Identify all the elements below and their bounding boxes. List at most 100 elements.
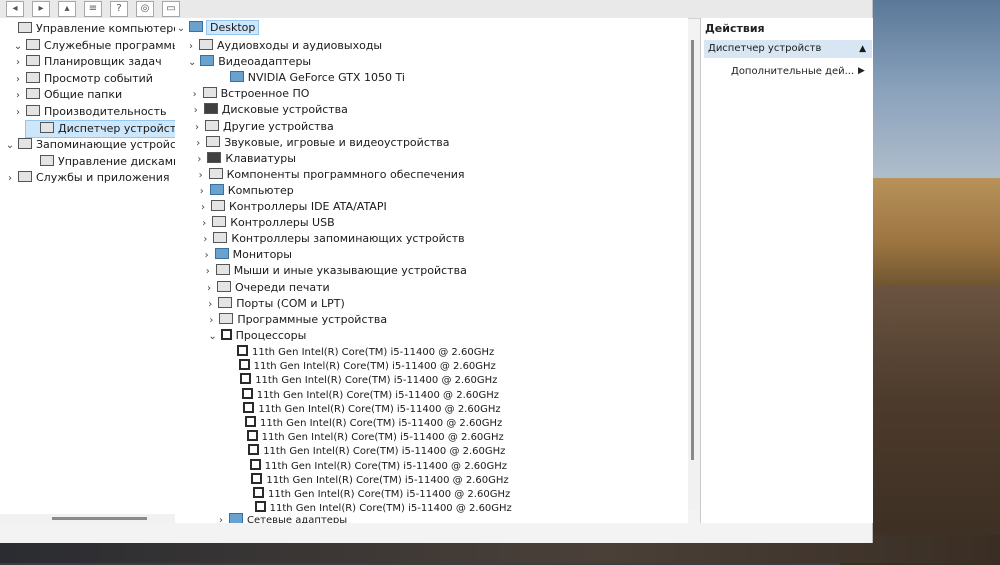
processor-label: 11th Gen Intel(R) Core(TM) i5-11400 @ 2.…: [253, 361, 496, 373]
collapse-up-icon[interactable]: ▲: [859, 40, 866, 58]
device-tree-root[interactable]: ⌄ Desktop: [175, 20, 260, 37]
console-tree-item[interactable]: › Просмотр событий: [12, 71, 157, 87]
forward-icon[interactable]: ▸: [32, 1, 50, 17]
actions-device-manager[interactable]: Диспетчер устройств ▲: [704, 40, 872, 58]
chevron-right-icon[interactable]: ›: [215, 513, 227, 523]
chevron-right-icon[interactable]: ›: [12, 88, 24, 104]
speaker-icon: [199, 39, 213, 50]
help-icon[interactable]: ?: [110, 1, 128, 17]
device-label: Программные устройства: [237, 312, 388, 326]
chevron-right-icon[interactable]: ›: [197, 200, 209, 216]
monitor-icon[interactable]: ▭: [162, 1, 180, 17]
chevron-right-icon[interactable]: ›: [12, 55, 24, 71]
console-tree-item[interactable]: ⌄ Служебные программы: [12, 38, 185, 54]
console-tree-item[interactable]: › Планировщик задач: [12, 54, 166, 70]
software-device-icon: [219, 312, 234, 324]
chevron-down-icon[interactable]: ⌄: [4, 138, 16, 154]
back-icon[interactable]: ◂: [6, 1, 24, 17]
device-category[interactable]: › Контроллеры USB: [198, 215, 335, 232]
chevron-down-icon[interactable]: ⌄: [186, 55, 198, 71]
console-tree-item[interactable]: ⌄ Запоминающие устройст: [4, 137, 186, 153]
device-tree-scrollbar[interactable]: [688, 40, 700, 510]
device-category[interactable]: › Дисковые устройства: [190, 102, 348, 118]
processor-icon: [248, 444, 260, 456]
device-category[interactable]: › Порты (COM и LPT): [204, 296, 345, 312]
device-category[interactable]: › Мыши и иные указывающие устройства: [202, 263, 467, 279]
device-label: Мыши и иные указывающие устройства: [233, 264, 467, 278]
chevron-right-icon[interactable]: ›: [202, 264, 214, 280]
chevron-right-icon[interactable]: ›: [198, 216, 210, 232]
chevron-right-icon[interactable]: ›: [204, 297, 216, 313]
device-category[interactable]: › Клавиатуры: [193, 151, 296, 167]
device-category[interactable]: ⌄ Видеоадаптеры: [186, 54, 311, 70]
chevron-right-icon[interactable]: ›: [191, 120, 203, 136]
chevron-right-icon[interactable]: ›: [185, 39, 197, 55]
device-label: Компьютер: [227, 183, 294, 197]
device-label: Очереди печати: [235, 280, 330, 294]
chevron-down-icon[interactable]: ⌄: [12, 39, 24, 55]
scan-icon[interactable]: ◎: [136, 1, 154, 17]
chevron-down-icon[interactable]: ⌄: [207, 329, 219, 345]
processor-icon: [246, 430, 258, 442]
device-label: Компоненты программного обеспечения: [226, 167, 465, 181]
console-tree-label: Служебные программы: [44, 38, 181, 52]
device-category[interactable]: › Контроллеры IDE ATA/ATAPI: [197, 199, 387, 215]
device-tree: ⌄ Desktop › Аудиовходы и аудиовыходы ⌄ Видеоа…: [175, 18, 688, 523]
chevron-right-icon[interactable]: ›: [193, 152, 205, 168]
device-category[interactable]: › Аудиовходы и аудиовыходы: [185, 38, 382, 54]
chevron-right-icon[interactable]: ›: [12, 72, 24, 88]
port-icon: [218, 296, 233, 308]
processor-label: 11th Gen Intel(R) Core(TM) i5-11400 @ 2.…: [263, 446, 506, 458]
device-category[interactable]: › Другие устройства: [191, 119, 334, 135]
processor-icon: [238, 359, 250, 371]
network-adapter-icon: [229, 513, 243, 523]
console-tree-label: Общие папки: [44, 88, 123, 102]
device-category[interactable]: › Встроенное ПО: [189, 86, 309, 103]
console-tree-item[interactable]: Управление компьютером (л: [4, 21, 192, 37]
chevron-right-icon[interactable]: ›: [205, 313, 217, 329]
device-label: Процессоры: [235, 328, 307, 342]
left-horizontal-scrollbar[interactable]: [0, 514, 192, 523]
console-tree-item[interactable]: Диспетчер устройств: [25, 119, 188, 138]
processor-icon: [220, 328, 232, 340]
device-category[interactable]: › Очереди печати: [203, 280, 330, 296]
console-tree-item[interactable]: › Службы и приложения: [4, 170, 173, 186]
ide-controller-icon: [211, 200, 225, 211]
chevron-right-icon[interactable]: ›: [201, 248, 213, 264]
device-item[interactable]: NVIDIA GeForce GTX 1050 Ti: [216, 70, 405, 86]
chevron-down-icon[interactable]: ⌄: [175, 21, 187, 37]
console-tree-item[interactable]: › Общие папки: [12, 87, 126, 103]
console-tree-item[interactable]: Управление дисками: [26, 154, 184, 170]
processor-label: 11th Gen Intel(R) Core(TM) i5-11400 @ 2.…: [258, 403, 501, 415]
tools-icon: [26, 38, 40, 50]
processor-icon: [249, 458, 261, 470]
chevron-right-icon[interactable]: ›: [192, 136, 204, 152]
chevron-right-icon[interactable]: ›: [190, 103, 202, 119]
device-category[interactable]: › Компоненты программного обеспечения: [195, 167, 465, 183]
processor-icon: [243, 401, 255, 413]
chevron-right-icon[interactable]: ›: [12, 105, 24, 121]
chevron-right-icon[interactable]: ›: [189, 87, 201, 103]
device-category[interactable]: ⌄ Процессоры: [207, 328, 307, 345]
chevron-right-icon[interactable]: ›: [196, 184, 208, 200]
device-category[interactable]: › Контроллеры запоминающих устройств: [199, 231, 465, 248]
device-category[interactable]: › Мониторы: [201, 247, 292, 263]
clock-icon: [26, 55, 40, 67]
device-category[interactable]: › Компьютер: [196, 183, 294, 199]
sound-icon: [206, 135, 221, 147]
console-tree-item[interactable]: › Производительность: [12, 104, 171, 120]
device-category[interactable]: › Звуковые, игровые и видеоустройства: [192, 135, 450, 152]
desktop-wallpaper-sky: [860, 0, 1000, 200]
device-category[interactable]: › Программные устройства: [205, 312, 387, 328]
chevron-right-icon[interactable]: ›: [195, 168, 207, 184]
firmware-icon: [202, 87, 217, 99]
chevron-right-icon[interactable]: ›: [199, 232, 211, 248]
chevron-right-icon[interactable]: ›: [4, 171, 16, 187]
processor-label: 11th Gen Intel(R) Core(TM) i5-11400 @ 2.…: [260, 418, 503, 429]
more-actions[interactable]: Дополнительные дей...: [731, 66, 854, 77]
up-icon[interactable]: ▴: [58, 1, 76, 17]
properties-icon[interactable]: ≡: [84, 1, 102, 17]
console-tree-label: Планировщик задач: [44, 55, 162, 69]
chevron-right-icon[interactable]: ›: [203, 281, 215, 297]
device-category[interactable]: › Сетевые адаптеры: [215, 513, 347, 523]
